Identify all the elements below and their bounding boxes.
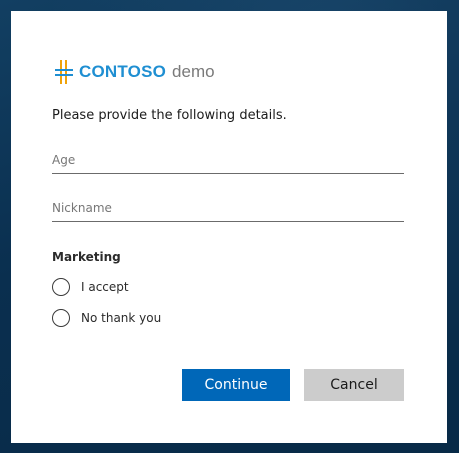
cancel-button[interactable]: Cancel <box>304 369 404 401</box>
radio-button[interactable] <box>52 309 70 327</box>
continue-button[interactable]: Continue <box>182 369 290 401</box>
contoso-logo-icon <box>55 60 73 84</box>
details-dialog: CONTOSO demo Please provide the followin… <box>11 11 447 443</box>
nickname-input[interactable] <box>52 195 404 222</box>
marketing-label: Marketing <box>52 250 121 264</box>
radio-option-accept[interactable]: I accept <box>52 276 129 298</box>
brand-name: CONTOSO <box>79 62 167 81</box>
intro-text: Please provide the following details. <box>52 108 287 123</box>
age-input[interactable] <box>52 147 404 174</box>
radio-label-decline: No thank you <box>81 311 162 325</box>
brand-logo: CONTOSO demo <box>55 60 215 84</box>
radio-label-accept: I accept <box>81 280 129 294</box>
radio-option-decline[interactable]: No thank you <box>52 307 161 329</box>
brand-suffix: demo <box>172 62 215 81</box>
radio-button[interactable] <box>52 278 70 296</box>
